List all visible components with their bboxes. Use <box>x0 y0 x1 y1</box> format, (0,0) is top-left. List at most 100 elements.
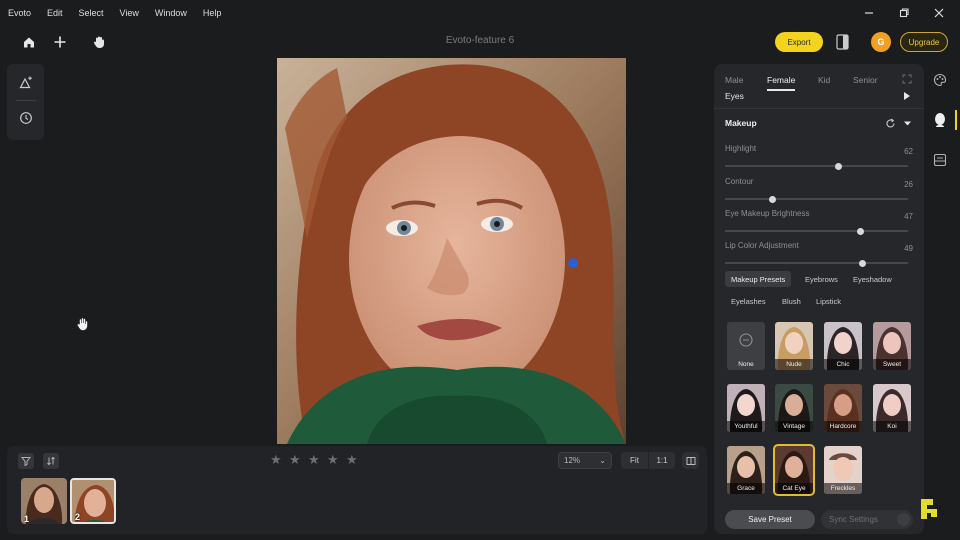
zoom-value: 12% <box>564 456 581 465</box>
rating-star-1-icon[interactable]: ★ <box>270 452 282 468</box>
upgrade-button[interactable]: Upgrade <box>900 32 948 52</box>
highlight-slider[interactable] <box>725 162 908 170</box>
toolbar: Evoto-feature 6 Export G Upgrade <box>0 26 960 58</box>
preset-label: Cat Eye <box>775 483 813 494</box>
slider-handle[interactable] <box>858 259 866 267</box>
none-circle-icon <box>739 333 753 347</box>
actual-size-button[interactable]: 1:1 <box>649 452 675 469</box>
expand-icon[interactable] <box>902 74 912 84</box>
preset-label: None <box>738 361 754 368</box>
filmstrip-panel: ★ ★ ★ ★ ★ 12% ⌄ Fit 1:1 1 2 <box>7 446 707 534</box>
preset-chic[interactable]: Chic <box>824 322 862 370</box>
thumbnail-number: 2 <box>75 512 81 522</box>
rating-star-2-icon[interactable]: ★ <box>289 452 301 468</box>
preset-label: Sweet <box>873 359 911 370</box>
tab-eyebrows[interactable]: Eyebrows <box>799 271 844 287</box>
chevron-down-icon: ⌄ <box>599 456 606 465</box>
minimize-icon[interactable] <box>852 0 886 26</box>
menu-help[interactable]: Help <box>195 8 230 18</box>
preset-cat-eye[interactable]: Cat Eye <box>773 444 815 496</box>
tab-blush[interactable]: Blush <box>776 293 807 309</box>
menu-window[interactable]: Window <box>147 8 195 18</box>
menu-bar: Evoto Edit Select View Window Help <box>0 0 960 26</box>
save-preset-button[interactable]: Save Preset <box>725 510 815 529</box>
thumbnail-2-selected[interactable]: 2 <box>70 478 116 524</box>
menu-edit[interactable]: Edit <box>39 8 71 18</box>
slider-handle[interactable] <box>856 227 864 235</box>
sync-toggle-icon <box>897 513 910 526</box>
tool-divider <box>16 100 36 101</box>
close-icon[interactable] <box>922 0 956 26</box>
eye-makeup-brightness-label: Eye Makeup Brightness <box>725 209 810 218</box>
rating-star-5-icon[interactable]: ★ <box>346 452 358 468</box>
preset-vintage[interactable]: Vintage <box>775 384 813 432</box>
adjustment-panel: Male Female Kid Senior Eyes Makeup Highl… <box>714 64 924 534</box>
evoto-logo-icon <box>918 496 944 522</box>
compare-icon[interactable] <box>682 452 699 469</box>
hand-cursor-icon <box>75 316 91 332</box>
section-eyes[interactable]: Eyes <box>725 91 744 101</box>
eye-makeup-brightness-value: 47 <box>904 212 913 221</box>
menu-view[interactable]: View <box>112 8 147 18</box>
menu-evoto[interactable]: Evoto <box>0 8 39 18</box>
preset-hardcore[interactable]: Hardcore <box>824 384 862 432</box>
preset-koi[interactable]: Koi <box>873 384 911 432</box>
preset-none[interactable]: None <box>727 322 765 370</box>
highlight-value: 62 <box>904 147 913 156</box>
tab-senior[interactable]: Senior <box>853 75 878 85</box>
menu-select[interactable]: Select <box>71 8 112 18</box>
contour-value: 26 <box>904 180 913 189</box>
face-retouch-icon[interactable] <box>930 110 950 130</box>
slider-handle[interactable] <box>834 162 842 170</box>
lip-color-adjustment-value: 49 <box>904 244 913 253</box>
tab-male[interactable]: Male <box>725 75 743 85</box>
preset-nude[interactable]: Nude <box>775 322 813 370</box>
rating-star-4-icon[interactable]: ★ <box>327 452 339 468</box>
history-icon[interactable] <box>16 108 36 128</box>
preset-sweet[interactable]: Sweet <box>873 322 911 370</box>
hand-tool-icon[interactable] <box>89 32 109 52</box>
lip-color-adjustment-slider[interactable] <box>725 259 908 267</box>
eye-makeup-brightness-slider[interactable] <box>725 227 908 235</box>
contour-label: Contour <box>725 177 754 186</box>
section-makeup[interactable]: Makeup <box>725 118 757 128</box>
preset-label: Freckles <box>824 483 862 494</box>
tab-eyeshadow[interactable]: Eyeshadow <box>847 271 898 287</box>
document-panel-icon[interactable] <box>836 33 850 51</box>
ai-adjust-icon[interactable] <box>16 72 36 92</box>
preset-label: Grace <box>727 483 765 494</box>
tab-female[interactable]: Female <box>767 75 795 85</box>
export-button[interactable]: Export <box>775 32 823 52</box>
tab-makeup-presets[interactable]: Makeup Presets <box>725 271 792 287</box>
preset-label: Vintage <box>775 421 813 432</box>
user-avatar[interactable]: G <box>871 32 891 52</box>
divider <box>714 108 924 109</box>
slider-handle[interactable] <box>769 195 777 203</box>
tab-kid[interactable]: Kid <box>818 75 830 85</box>
sort-icon[interactable] <box>43 453 59 469</box>
home-icon[interactable] <box>19 32 39 52</box>
tab-lipstick[interactable]: Lipstick <box>810 293 847 309</box>
filter-icon[interactable] <box>18 453 34 469</box>
play-icon[interactable] <box>903 91 911 101</box>
reset-icon[interactable] <box>885 118 896 129</box>
palette-icon[interactable] <box>930 70 950 90</box>
chevron-down-icon[interactable] <box>903 119 912 128</box>
sync-settings-button[interactable]: Sync Settings <box>821 510 913 529</box>
restore-icon[interactable] <box>887 0 921 26</box>
zoom-select[interactable]: 12% ⌄ <box>558 452 612 469</box>
preset-freckles[interactable]: Freckles <box>824 446 862 494</box>
fit-button[interactable]: Fit <box>621 452 648 469</box>
rating-star-3-icon[interactable]: ★ <box>308 452 320 468</box>
contour-slider[interactable] <box>725 195 908 203</box>
tab-eyelashes[interactable]: Eyelashes <box>725 293 772 309</box>
thumbnail-1[interactable]: 1 <box>21 478 67 524</box>
portrait-photo[interactable] <box>277 58 626 444</box>
thumbnail-number: 1 <box>24 514 30 524</box>
background-icon[interactable] <box>930 150 950 170</box>
add-icon[interactable] <box>50 32 70 52</box>
preset-youthful[interactable]: Youthful <box>727 384 765 432</box>
evoto-app: Evoto Edit Select View Window Help Evoto… <box>0 0 960 540</box>
preset-grace[interactable]: Grace <box>727 446 765 494</box>
preset-label: Koi <box>873 421 911 432</box>
